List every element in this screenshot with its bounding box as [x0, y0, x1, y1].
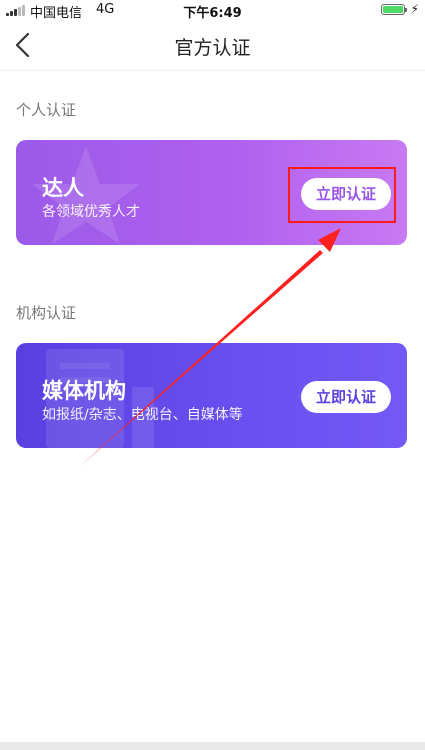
arrow-icon	[78, 228, 341, 468]
bottom-bar	[0, 742, 425, 750]
